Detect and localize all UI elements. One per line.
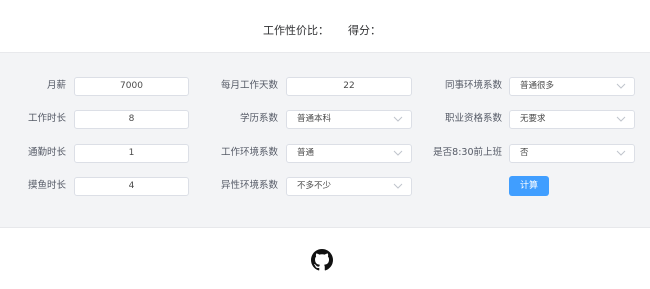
opposite-sex-environment-label: 异性环境系数 (220, 180, 278, 191)
opposite-sex-environment-select[interactable]: 不多不少 (286, 177, 412, 196)
chevron-down-icon (393, 116, 403, 122)
work-environment-select-value: 普通 (297, 148, 315, 158)
chevron-down-icon (393, 150, 403, 156)
education-select-value: 普通本科 (297, 114, 332, 124)
early-start-select-value: 否 (520, 148, 529, 158)
qualification-label: 职业资格系数 (444, 113, 502, 124)
monthly-salary-label: 月薪 (46, 80, 66, 91)
work-days-input[interactable]: 22 (286, 77, 412, 96)
work-environment-select[interactable]: 普通 (286, 144, 412, 163)
colleague-environment-select[interactable]: 普通很多 (509, 77, 635, 96)
early-start-label: 是否8:30前上班 (433, 147, 502, 158)
education-select[interactable]: 普通本科 (286, 110, 412, 129)
colleague-environment-label: 同事环境系数 (444, 80, 502, 91)
chevron-down-icon (616, 83, 626, 89)
header: 工作性价比： 得分： (0, 0, 650, 52)
qualification-select-value: 无要求 (520, 114, 546, 124)
score-label: 得分： (348, 24, 381, 37)
work-hours-label: 工作时长 (27, 113, 66, 124)
education-label: 学历系数 (239, 113, 278, 124)
work-days-label: 每月工作天数 (220, 80, 278, 91)
page-title: 工作性价比： (263, 24, 329, 37)
chevron-down-icon (393, 183, 403, 189)
github-icon[interactable] (311, 249, 333, 271)
calculate-button[interactable]: 计算 (509, 176, 549, 196)
work-hours-input[interactable]: 8 (74, 110, 189, 129)
monthly-salary-input[interactable]: 7000 (74, 77, 189, 96)
commute-hours-input[interactable]: 1 (74, 144, 189, 163)
chevron-down-icon (616, 150, 626, 156)
chevron-down-icon (616, 116, 626, 122)
early-start-select[interactable]: 否 (509, 144, 635, 163)
commute-hours-label: 通勤时长 (27, 147, 66, 158)
colleague-environment-select-value: 普通很多 (520, 81, 555, 91)
opposite-sex-environment-select-value: 不多不少 (297, 181, 332, 191)
work-environment-label: 工作环境系数 (220, 147, 278, 158)
slacking-hours-label: 摸鱼时长 (27, 180, 66, 191)
slacking-hours-input[interactable]: 4 (74, 177, 189, 196)
qualification-select[interactable]: 无要求 (509, 110, 635, 129)
